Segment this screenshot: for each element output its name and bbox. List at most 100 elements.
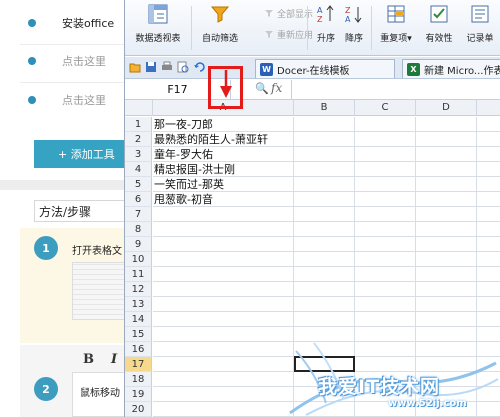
list-item-label: 点击这里 xyxy=(62,55,106,68)
data-ribbon: 数据透视表 自动筛选 全部显示 重新应用 AZ 升序 ZA 降序 重复项▾ 有效… xyxy=(125,0,500,56)
row-header[interactable]: 20 xyxy=(125,402,152,417)
ribbon-button-label: 记录单 xyxy=(466,34,494,44)
ribbon-button-label: 重复项▾ xyxy=(380,34,412,44)
row-header[interactable]: 13 xyxy=(125,297,152,312)
bullet-dot xyxy=(28,96,36,104)
pivot-table-button[interactable]: 数据透视表 xyxy=(129,3,187,53)
cell-a5[interactable]: 一笑而过-那英 xyxy=(154,177,224,192)
ribbon-button-label: 数据透视表 xyxy=(135,34,181,44)
insert-function-icon[interactable]: fx xyxy=(271,81,282,95)
ribbon-separator xyxy=(371,6,372,50)
print-preview-icon[interactable] xyxy=(177,61,189,73)
reapply-icon xyxy=(264,29,274,39)
ribbon-button-label: 有效性 xyxy=(425,34,453,44)
row-header[interactable]: 9 xyxy=(125,237,152,252)
svg-text:Z: Z xyxy=(345,6,351,15)
record-form-button[interactable]: 记录单 xyxy=(461,3,499,53)
row-header[interactable]: 4 xyxy=(125,162,152,177)
show-all-button[interactable]: 全部显示 xyxy=(264,5,313,21)
duplicates-icon xyxy=(385,3,407,25)
row-header[interactable]: 3 xyxy=(125,147,152,162)
column-header[interactable]: E xyxy=(477,100,500,116)
zoom-icon[interactable]: 🔍 xyxy=(255,82,269,95)
select-all-corner[interactable] xyxy=(125,100,153,116)
step-text: 鼠标移动 xyxy=(80,388,120,399)
row-header[interactable]: 19 xyxy=(125,387,152,402)
divider xyxy=(20,82,130,83)
spreadsheet-doc-icon: X xyxy=(407,62,420,76)
save-icon[interactable] xyxy=(145,61,157,73)
row-header[interactable]: 6 xyxy=(125,192,152,207)
list-item[interactable]: 点击这里 xyxy=(28,87,106,113)
cell-a4[interactable]: 精忠报国-洪士刚 xyxy=(154,162,235,177)
undo-icon[interactable] xyxy=(193,61,205,73)
cell-a1[interactable]: 那一夜-刀郎 xyxy=(154,117,213,132)
step-screenshot-thumbnail[interactable] xyxy=(72,262,126,320)
italic-button[interactable]: I xyxy=(111,352,117,367)
bold-button[interactable]: B xyxy=(83,352,94,367)
ribbon-separator xyxy=(307,6,308,50)
document-tabs-bar: W Docer-在线模板 X 新建 Micro...作表 xyxy=(125,57,500,79)
name-box-value: F17 xyxy=(167,83,188,96)
sort-descending-button[interactable]: ZA 降序 xyxy=(341,3,367,53)
chevron-down-icon: ▾ xyxy=(407,34,412,44)
duplicates-button[interactable]: 重复项▾ xyxy=(375,3,417,53)
pivot-table-icon xyxy=(147,3,169,25)
section-divider xyxy=(0,180,130,190)
list-item[interactable]: 安装office xyxy=(28,10,114,36)
open-icon[interactable] xyxy=(129,61,141,73)
formula-input[interactable] xyxy=(291,80,500,99)
row-header[interactable]: 17 xyxy=(125,357,152,372)
column-header[interactable]: C xyxy=(355,100,416,116)
row-header[interactable]: 11 xyxy=(125,267,152,282)
column-header[interactable]: D xyxy=(416,100,477,116)
validation-button[interactable]: 有效性 xyxy=(421,3,457,53)
tab-docer-templates[interactable]: W Docer-在线模板 xyxy=(255,59,395,78)
list-item[interactable]: 点击这里 xyxy=(28,48,106,74)
ribbon-button-label: 自动筛选 xyxy=(201,34,238,44)
sort-ascending-icon: AZ xyxy=(315,3,337,25)
list-item-label: 点击这里 xyxy=(62,94,106,107)
row-header[interactable]: 15 xyxy=(125,327,152,342)
step-text: 打开表格文 xyxy=(72,246,122,257)
step-number-badge: 1 xyxy=(34,236,58,260)
cell-a3[interactable]: 童年-罗大佑 xyxy=(154,147,213,162)
cell-a6[interactable]: 甩葱歌-初音 xyxy=(154,192,213,207)
red-arrow-icon xyxy=(220,70,232,98)
row-header[interactable]: 8 xyxy=(125,222,152,237)
ribbon-separator xyxy=(191,6,192,50)
writer-doc-icon: W xyxy=(260,62,273,76)
watermark-url: www.52ij.com xyxy=(388,398,467,409)
validation-icon xyxy=(428,3,450,25)
tab-label: Docer-在线模板 xyxy=(277,65,350,77)
row-header[interactable]: 5 xyxy=(125,177,152,192)
row-header[interactable]: 10 xyxy=(125,252,152,267)
row-header[interactable]: 18 xyxy=(125,372,152,387)
method-steps-heading: 方法/步骤 xyxy=(34,200,130,222)
tab-new-worksheet[interactable]: X 新建 Micro...作表 xyxy=(402,59,500,78)
row-header[interactable]: 2 xyxy=(125,132,152,147)
sort-ascending-button[interactable]: AZ 升序 xyxy=(313,3,339,53)
formula-bar: F17 ▼ 🔍 fx xyxy=(125,80,500,100)
auto-filter-button[interactable]: 自动筛选 xyxy=(197,3,243,53)
cell-a2[interactable]: 最熟悉的陌生人-萧亚轩 xyxy=(154,132,268,147)
record-form-icon xyxy=(469,3,491,25)
row-header[interactable]: 12 xyxy=(125,282,152,297)
ribbon-button-label: 降序 xyxy=(344,34,363,44)
show-all-icon xyxy=(264,8,274,18)
svg-text:Z: Z xyxy=(317,15,323,24)
add-tool-button[interactable]: + 添加工具 xyxy=(34,140,130,168)
print-icon[interactable] xyxy=(161,61,173,73)
column-header[interactable]: B xyxy=(294,100,355,116)
ribbon-button-label: 升序 xyxy=(316,34,335,44)
reapply-button[interactable]: 重新应用 xyxy=(264,26,313,42)
svg-text:A: A xyxy=(345,15,351,24)
bullet-dot xyxy=(28,57,36,65)
filter-icon xyxy=(209,3,231,25)
row-header[interactable]: 16 xyxy=(125,342,152,357)
sort-descending-icon: ZA xyxy=(343,3,365,25)
list-item-label: 安装office xyxy=(62,17,115,30)
row-header[interactable]: 1 xyxy=(125,117,152,132)
row-header[interactable]: 7 xyxy=(125,207,152,222)
row-header[interactable]: 14 xyxy=(125,312,152,327)
